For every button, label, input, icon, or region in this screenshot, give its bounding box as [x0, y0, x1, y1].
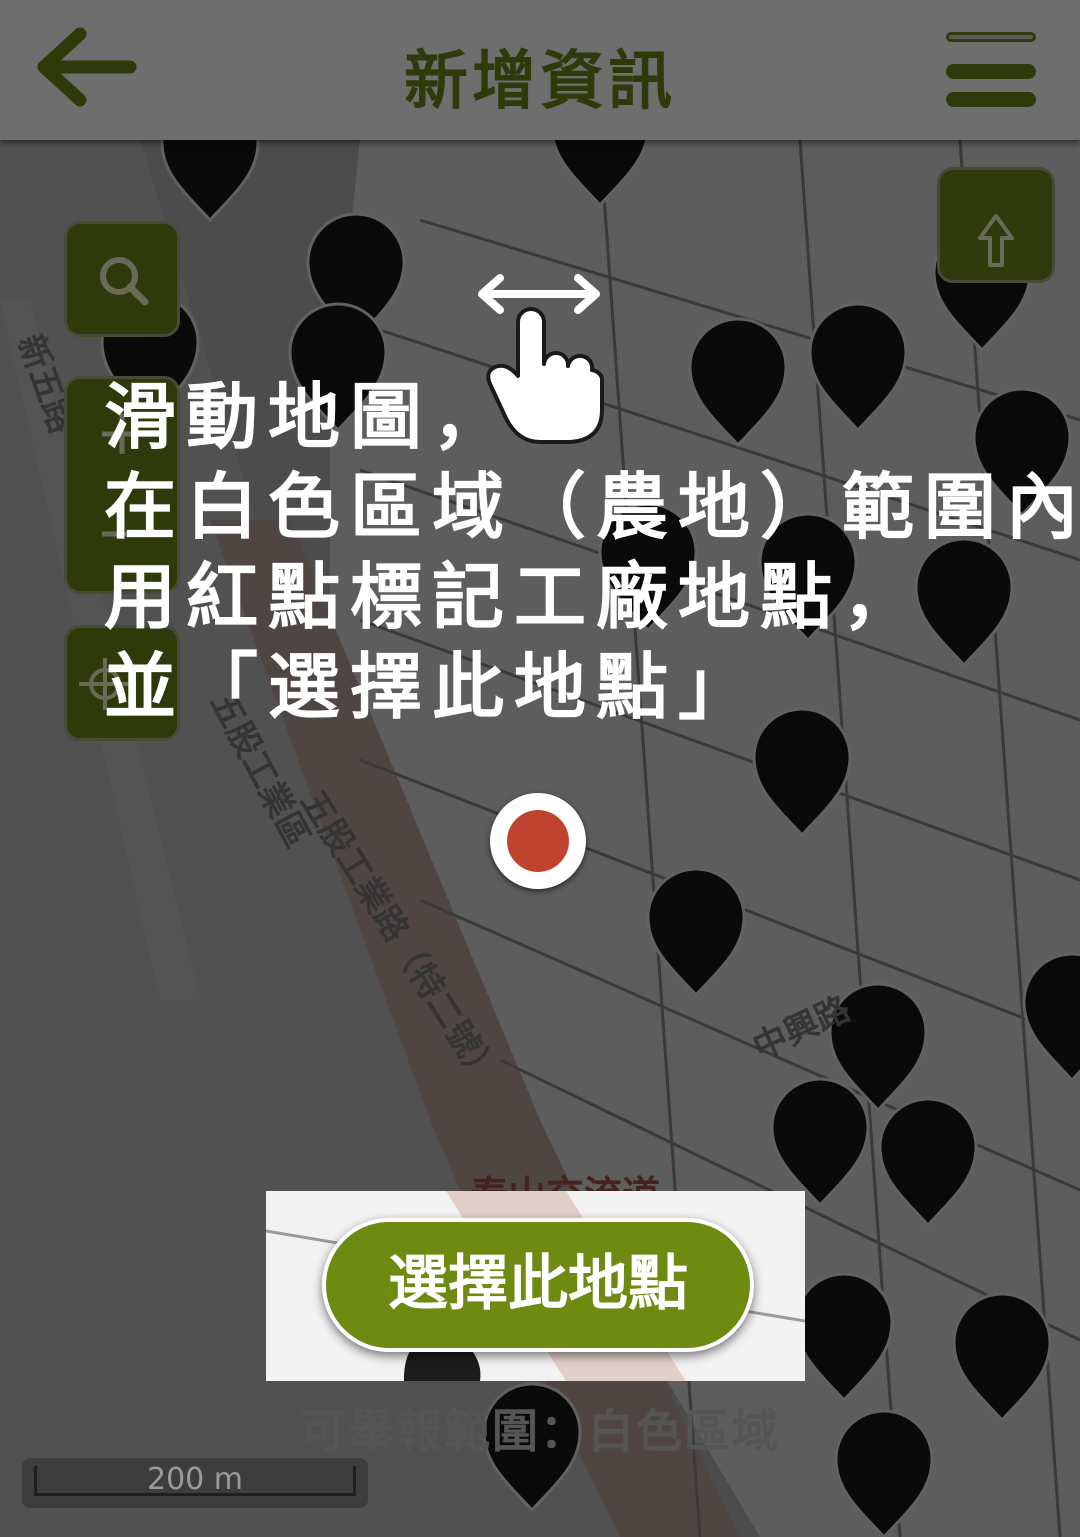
scroll-top-button[interactable]	[937, 167, 1055, 283]
instruction-line-4: 並「選擇此地點」	[104, 645, 761, 729]
instruction-line-3: 用紅點標記工廠地點，	[104, 555, 925, 639]
location-marker[interactable]	[490, 793, 586, 889]
menu-button[interactable]	[940, 28, 1044, 114]
search-button[interactable]	[64, 221, 180, 337]
menu-bar-top	[946, 32, 1036, 42]
map-scale: 200 m	[22, 1458, 368, 1508]
menu-bar-bottom	[946, 92, 1036, 107]
arrow-up-icon	[978, 214, 1014, 267]
menu-bar-middle	[946, 64, 1036, 79]
search-icon	[100, 257, 149, 306]
instruction-line-2: 在白色區域（農地）範圍內	[104, 465, 1080, 549]
select-location-button[interactable]: 選擇此地點	[322, 1218, 754, 1352]
page-title: 新增資訊	[404, 45, 676, 119]
app-header: 新增資訊	[0, 0, 1080, 140]
reportable-range-note: 可舉報範圍：白色區域	[300, 1404, 780, 1458]
app-screen: 新五路 五股工業區 五股工業路（特二號） 中興路 泰山交流道 新增資訊	[0, 0, 1080, 1537]
scale-label: 200 m	[146, 1462, 244, 1497]
instruction-line-1: 滑動地圖，	[104, 375, 515, 459]
instruction-text: 滑動地圖， 在白色區域（農地）範圍內 用紅點標記工廠地點， 並「選擇此地點」	[104, 372, 1080, 732]
